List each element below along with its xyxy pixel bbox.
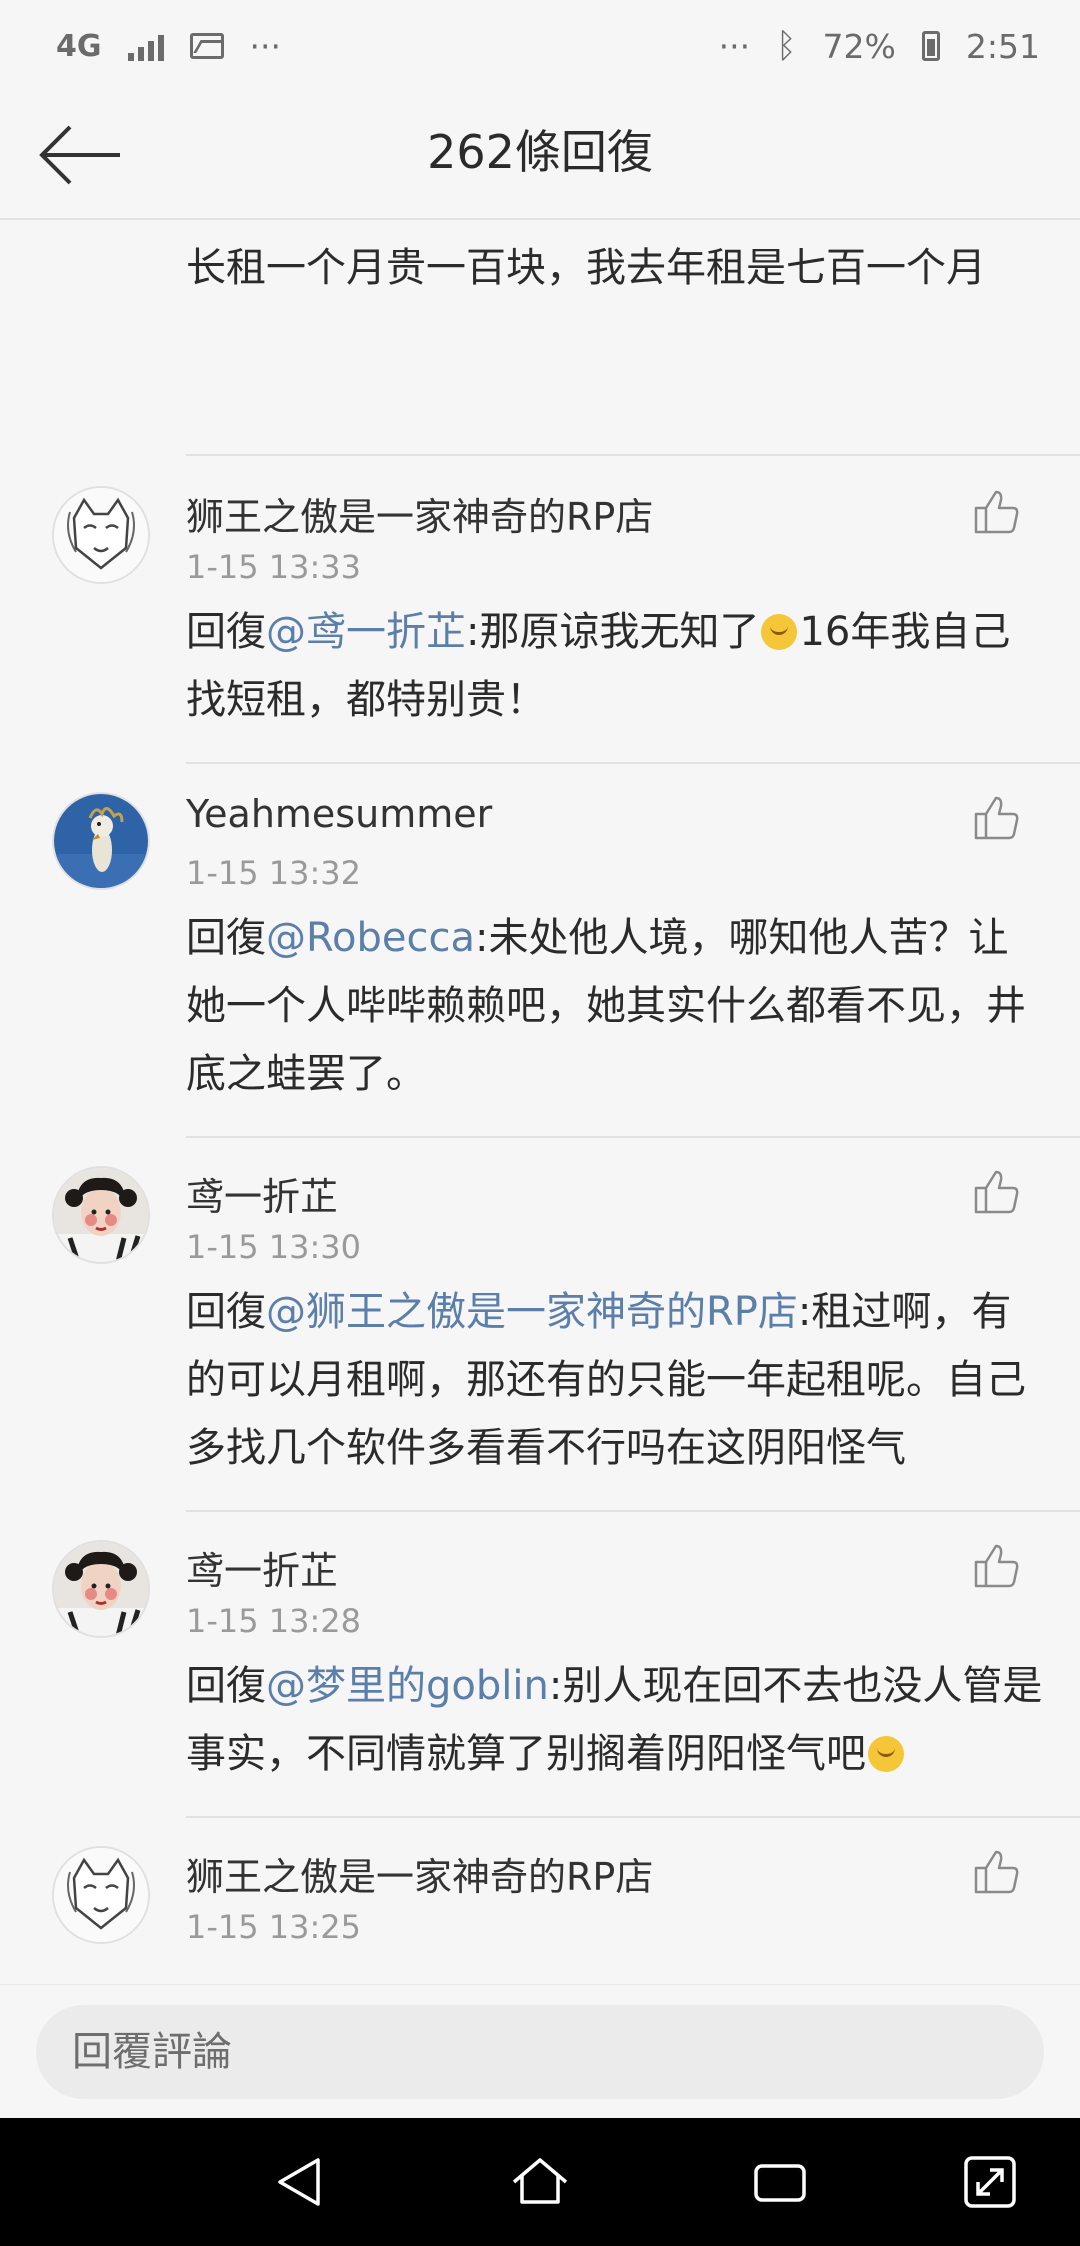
comment-list[interactable]: 改成几个单间出租的这种一般可以短租，不过比长租一个月贵一百块，我去年租是七百一个… [0, 218, 1080, 1984]
comment-item[interactable]: 狮王之傲是一家神奇的RP店 1-15 13:25 [0, 1816, 1080, 1984]
expand-screen-icon[interactable] [960, 2152, 1020, 2212]
thumbs-up-icon[interactable] [972, 1166, 1022, 1216]
recents-nav-icon[interactable] [750, 2152, 810, 2212]
comment-body: 回復@狮王之傲是一家神奇的RP店:租过啊，有的可以月租啊，那还有的只能一年起租呢… [186, 1289, 1026, 1471]
comment-item[interactable]: 狮王之傲是一家神奇的RP店 1-15 13:33 回復@鸢一折芷:那原谅我无知了… [0, 456, 1080, 762]
comment-username[interactable]: 鸢一折芷 [186, 1166, 338, 1221]
reply-bar: 回覆評論 [0, 1984, 1080, 2119]
page-title: 262條回復 [427, 125, 653, 179]
emoji-icon [761, 614, 798, 650]
comment-username[interactable]: 鸢一折芷 [186, 1540, 338, 1595]
avatar[interactable] [52, 486, 150, 584]
comment-username[interactable]: Yeahmesummer [186, 792, 492, 836]
avatar[interactable] [52, 1846, 150, 1944]
image-notification-icon [189, 33, 224, 59]
battery-percent: 72% [822, 26, 896, 66]
app-header: 262條回復 [0, 92, 1080, 220]
mention-link[interactable]: @梦里的goblin [266, 1663, 549, 1709]
more-notifications: ··· [249, 26, 281, 66]
comment-body: 回復@Robecca:未处他人境，哪知他人苦？让她一个人哔哔赖赖吧，她其实什么都… [186, 915, 1026, 1097]
bluetooth-icon: ᛒ [776, 26, 797, 66]
partial-comment-body: 改成几个单间出租的这种一般可以短租，不过比长租一个月贵一百块，我去年租是七百一个… [186, 218, 1026, 291]
comment-body: 回復@梦里的goblin:别人现在回不去也没人管是事实，不同情就算了别搁着阴阳怪… [186, 1663, 1043, 1777]
back-nav-icon[interactable] [270, 2152, 330, 2212]
comment-username[interactable]: 狮王之傲是一家神奇的RP店 [186, 486, 653, 541]
network-indicator: 4G [56, 28, 102, 64]
avatar[interactable] [52, 792, 150, 890]
mention-link[interactable]: @Robecca [266, 915, 475, 961]
thumbs-up-icon[interactable] [972, 1846, 1022, 1896]
signal-icon [127, 31, 164, 61]
comment-item[interactable]: 鸢一折芷 1-15 13:30 回復@狮王之傲是一家神奇的RP店:租过啊，有的可… [0, 1136, 1080, 1510]
thumbs-up-icon[interactable] [972, 1540, 1022, 1590]
comment-username[interactable]: 狮王之傲是一家神奇的RP店 [186, 1846, 653, 1901]
comment-timestamp: 1-15 13:33 [186, 548, 362, 586]
more-status: ··· [718, 26, 751, 66]
comment-item[interactable]: 鸢一折芷 1-15 13:28 回復@梦里的goblin:别人现在回不去也没人管… [0, 1510, 1080, 1816]
comment-body: 回復@鸢一折芷:那原谅我无知了 16年我自己找短租，都特别贵！ [186, 609, 1011, 723]
battery-icon [921, 31, 940, 61]
comment-item[interactable]: Yeahmesummer 1-15 13:32 回復@Robecca:未处他人境… [0, 762, 1080, 1136]
system-nav-bar [0, 2118, 1080, 2246]
thumbs-up-icon[interactable] [972, 486, 1022, 536]
clock: 2:51 [965, 26, 1040, 66]
thumbs-up-icon[interactable] [972, 792, 1022, 842]
home-nav-icon[interactable] [510, 2152, 570, 2212]
avatar[interactable] [52, 1540, 150, 1638]
reply-comment-input[interactable]: 回覆評論 [36, 2005, 1044, 2099]
comment-timestamp: 1-15 13:25 [186, 1908, 362, 1946]
mention-link[interactable]: @狮王之傲是一家神奇的RP店 [266, 1289, 798, 1335]
comment-timestamp: 1-15 13:28 [186, 1602, 362, 1640]
mention-link[interactable]: @鸢一折芷 [266, 609, 466, 655]
avatar[interactable] [52, 1166, 150, 1264]
comment-timestamp: 1-15 13:30 [186, 1228, 362, 1266]
comment-timestamp: 1-15 13:32 [186, 854, 362, 892]
emoji-icon [868, 1736, 904, 1772]
status-bar: 4G ··· ··· ᛒ 72% 2:51 [0, 0, 1080, 92]
